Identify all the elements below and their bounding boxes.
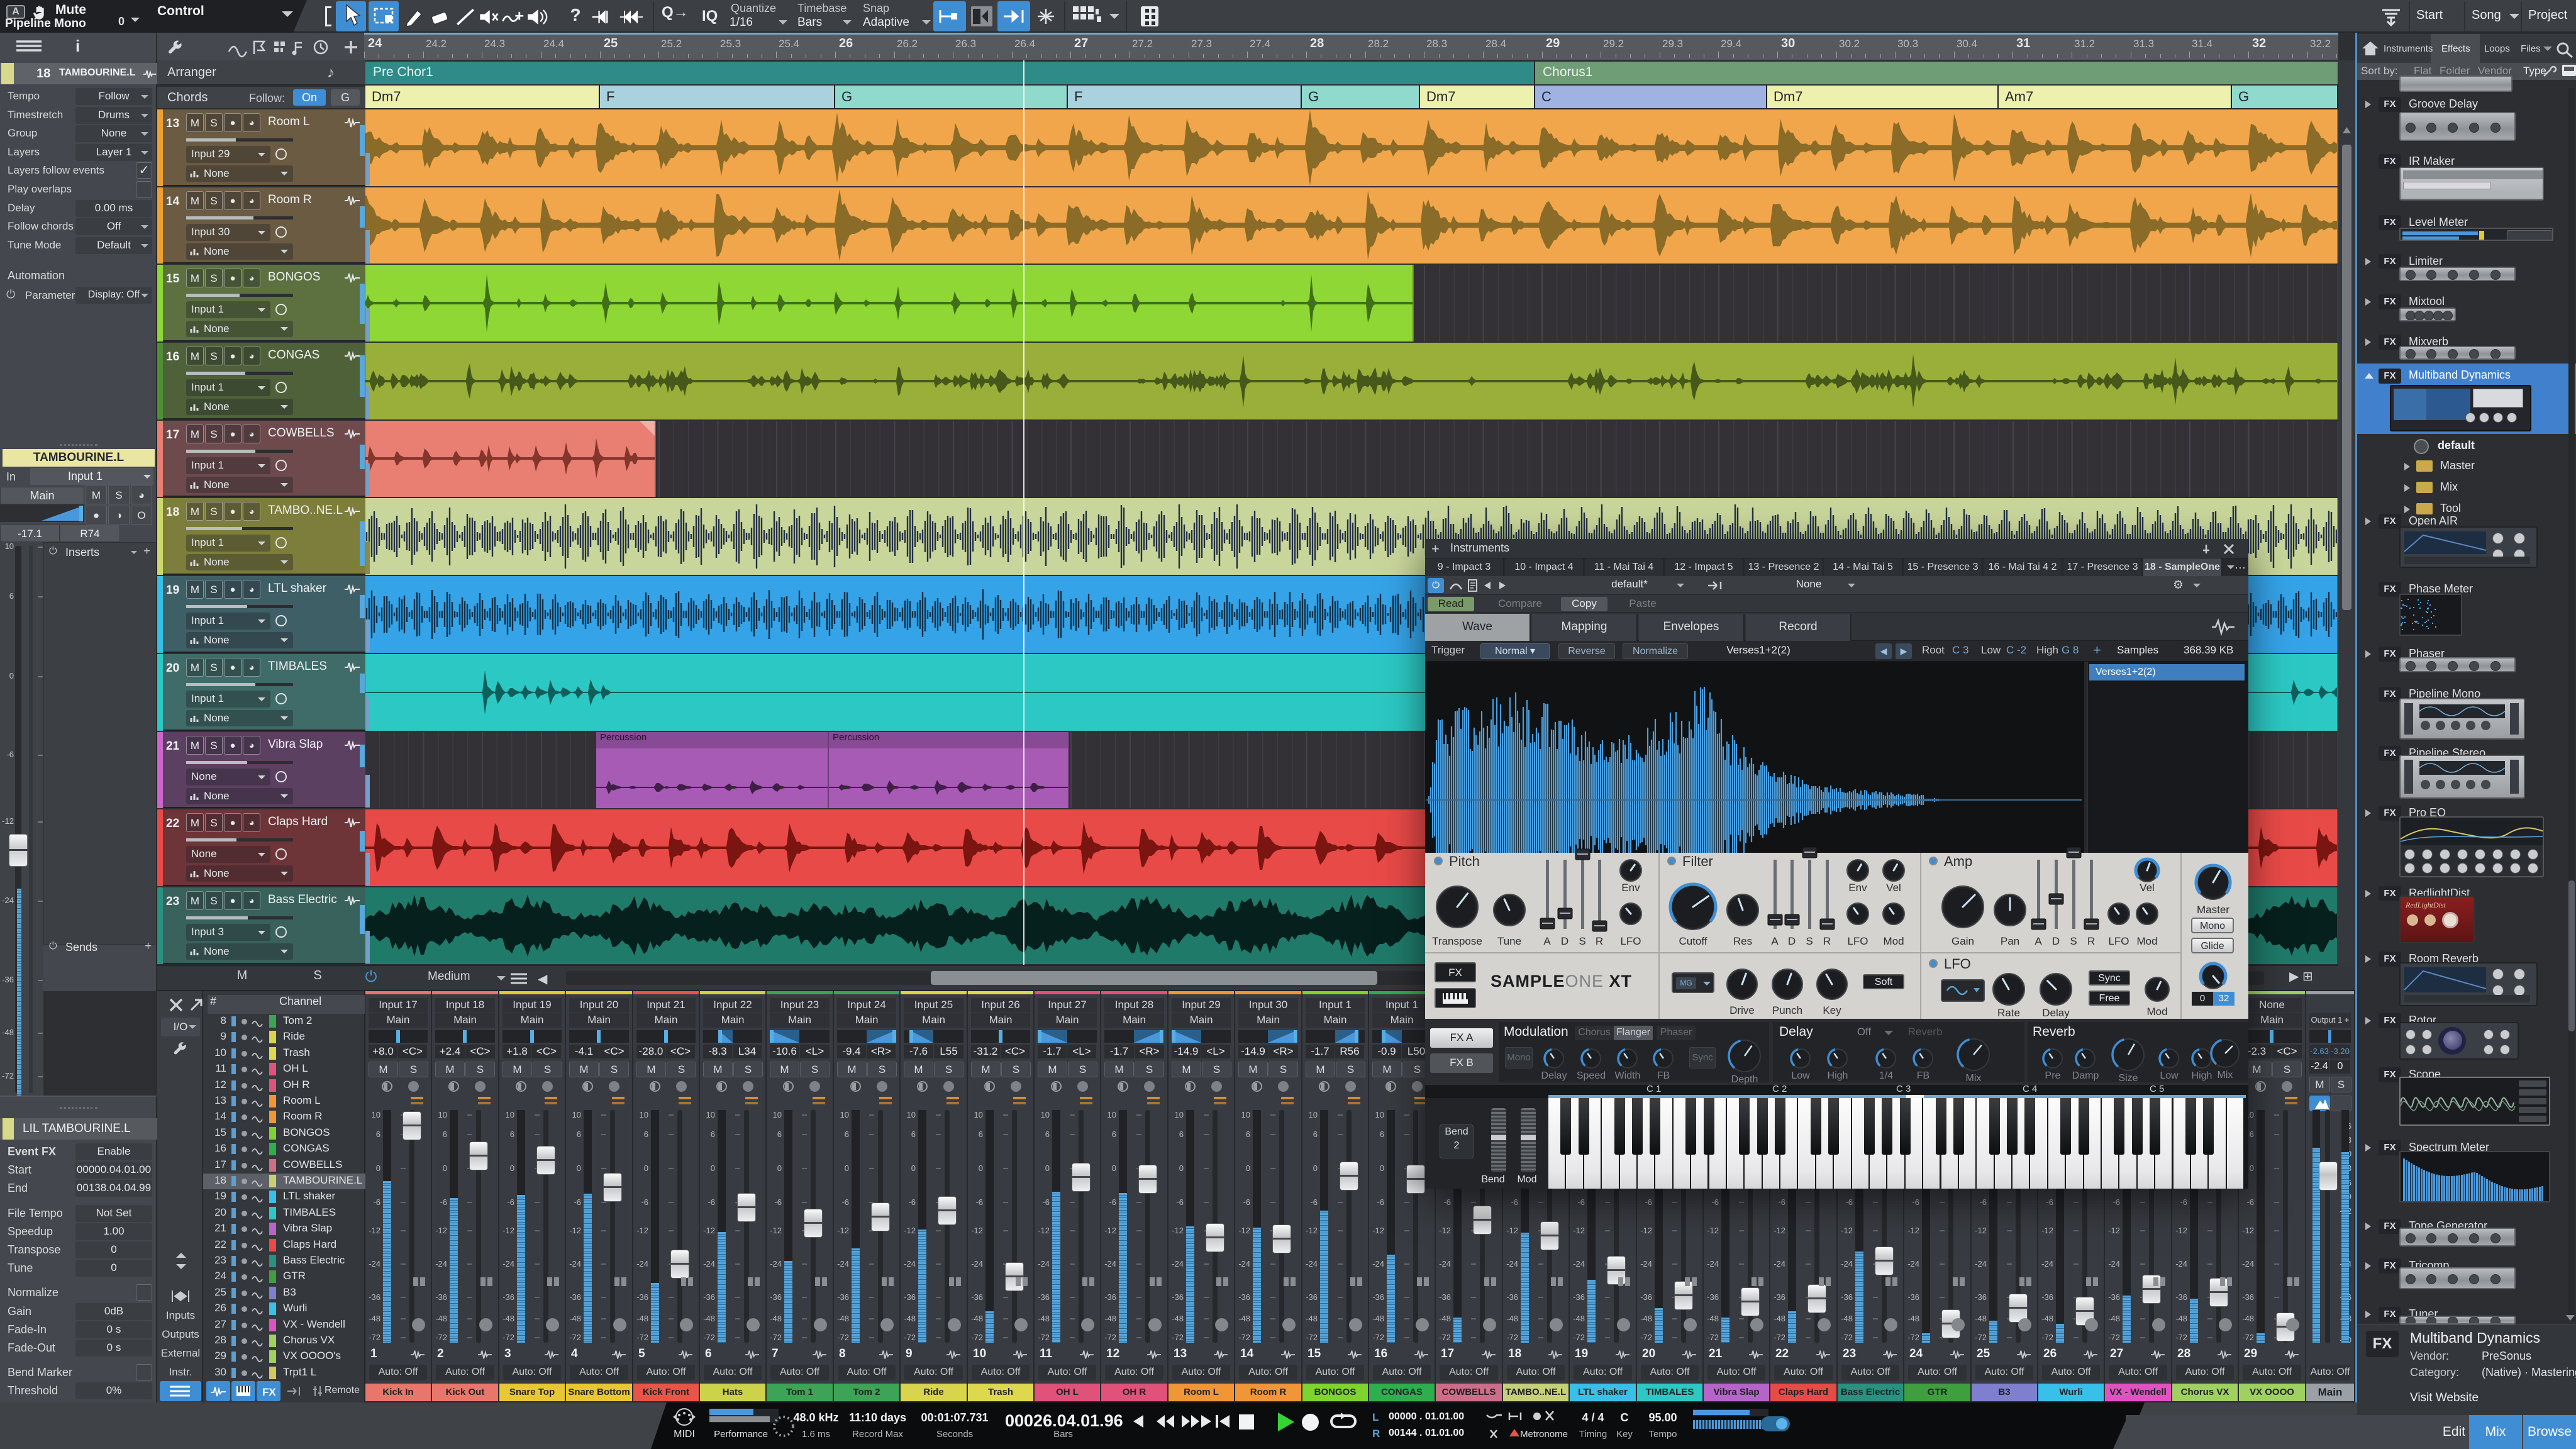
svg-text:FX: FX: [262, 1386, 276, 1398]
